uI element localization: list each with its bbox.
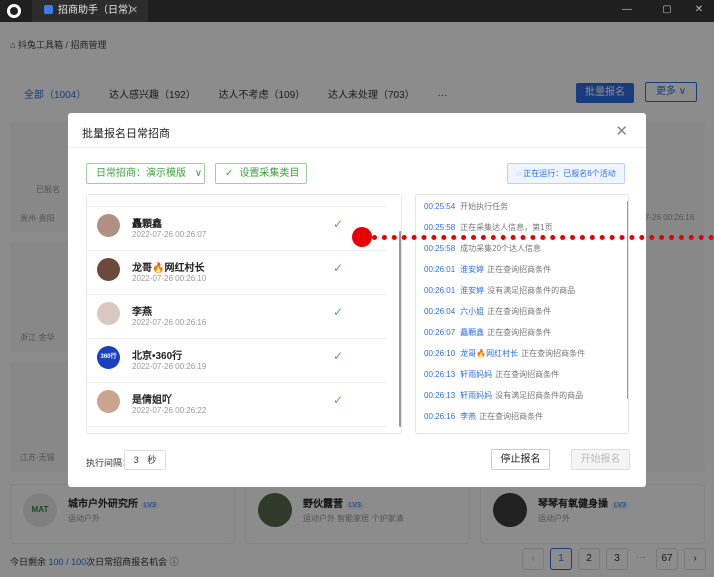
pointer-dot [352, 227, 372, 247]
log-time: 00:26:16 [424, 412, 456, 421]
batch-signup-dialog: 批量报名日常招商 ✕ 日常招商：演示模版 ∨ ✓ 设置采集类目 ◌ 正在运行：已报… [68, 113, 646, 487]
influencer-name: 北京•360行 [132, 351, 183, 362]
log-name: 李燕 [460, 412, 477, 421]
log-time: 00:26:01 [424, 265, 456, 274]
log-line: 00:26:04 六小姐 正在查询招商条件 [424, 306, 551, 317]
log-name: 矗顆鑫 [460, 328, 485, 337]
log-name: 六小姐 [460, 307, 485, 316]
log-time: 00:26:07 [424, 328, 456, 337]
influencer-name: 龙哥🔥网红村长 [132, 263, 205, 274]
influencer-time: 2022-07-26 00:26:22 [132, 406, 207, 415]
check-icon: ✓ [333, 393, 344, 407]
status-text: 正在运行：已报名6个活动 [523, 169, 616, 178]
influencer-name: 矗顆鑫 [132, 219, 162, 230]
influencer-time: 2022-07-26 00:26:10 [132, 274, 207, 283]
log-name: 龙哥🔥网红村长 [460, 349, 519, 358]
check-icon: ✓ [333, 305, 344, 319]
log-line: 00:26:01 淮安婷 正在查询招商条件 [424, 264, 551, 275]
loading-icon: ◌ [516, 169, 522, 178]
avatar [97, 390, 120, 413]
influencer-name: 是倩姐吖 [132, 395, 172, 406]
status-badge: ◌ 正在运行：已报名6个活动 [507, 163, 625, 184]
avatar [97, 302, 120, 325]
tab-zhaoshang[interactable]: 招商助手（日常） ✕ [32, 0, 148, 22]
log-line: 00:25:58 正在采集达人信息，第1页 [424, 222, 553, 233]
chevron-down-icon: ∨ [194, 168, 203, 179]
pointer-line [372, 235, 714, 240]
tab-label: 招商助手（日常） [58, 5, 138, 16]
tab-close-icon[interactable]: ✕ [130, 0, 138, 22]
list-item: 是倩姐吖 2022-07-26 00:26:22 ✓ [87, 383, 387, 427]
influencer-time: 2022-07-26 00:26:16 [132, 318, 207, 327]
stop-signup-button[interactable]: 停止报名 [491, 449, 550, 470]
log-line: 00:26:13 轩雨妈妈 没有满足招商条件的商品 [424, 390, 583, 401]
avatar [97, 214, 120, 237]
check-icon: ✓ [333, 217, 344, 231]
log-time: 00:25:54 [424, 202, 456, 211]
close-icon[interactable]: ✕ [615, 122, 628, 140]
log-msg: 成功采集20个达人信息 [460, 244, 542, 253]
influencer-time: 2022-07-26 00:26:07 [132, 230, 207, 239]
log-msg: 开始执行任务 [460, 202, 509, 211]
check-icon: ✓ [333, 261, 344, 275]
tab-app-icon [44, 4, 53, 14]
list-item: 龙哥🔥网红村长 2022-07-26 00:26:10 ✓ [87, 251, 387, 295]
log-msg: 正在查询招商条件 [487, 265, 552, 274]
app-logo-icon [7, 4, 21, 18]
log-name: 轩雨妈妈 [460, 391, 493, 400]
log-line: 00:25:54 开始执行任务 [424, 201, 508, 212]
check-icon: ✓ [333, 349, 344, 363]
log-time: 00:25:58 [424, 223, 456, 232]
list-item: 矗顆鑫 2022-07-26 00:26:07 ✓ [87, 207, 387, 251]
template-select-label: 日常招商：演示模版 [96, 168, 186, 179]
scrollbar[interactable] [399, 231, 401, 427]
list-item: 李燕 2022-07-26 00:26:16 ✓ [87, 295, 387, 339]
log-line: 00:26:10 龙哥🔥网红村长 正在查询招商条件 [424, 348, 585, 359]
log-line: 00:26:07 矗顆鑫 正在查询招商条件 [424, 327, 551, 338]
log-line: 00:25:58 成功采集20个达人信息 [424, 243, 541, 254]
dialog-title: 批量报名日常招商 [82, 128, 170, 140]
log-time: 00:26:13 [424, 370, 456, 379]
log-line: 00:26:01 淮安婷 没有满足招商条件的商品 [424, 285, 575, 296]
start-signup-button[interactable]: 开始报名 [571, 449, 630, 470]
maximize-button[interactable]: ▢ [660, 3, 674, 17]
log-msg: 正在查询招商条件 [495, 370, 560, 379]
influencer-time: 2022-07-26 00:26:19 [132, 362, 207, 371]
log-name: 淮安婷 [460, 265, 485, 274]
log-time: 00:26:04 [424, 307, 456, 316]
scrollbar[interactable] [627, 201, 628, 399]
log-msg: 没有满足招商条件的商品 [495, 391, 584, 400]
log-msg: 正在查询招商条件 [487, 328, 552, 337]
log-time: 00:25:58 [424, 244, 456, 253]
interval-value: 3 [133, 455, 139, 465]
minimize-button[interactable]: — [620, 3, 634, 17]
avatar: 360行 [97, 346, 120, 369]
divider [68, 147, 646, 148]
list-item [87, 195, 387, 207]
log-msg: 正在查询招商条件 [521, 349, 586, 358]
check-icon: ✓ [225, 168, 234, 179]
list-item: 360行 北京•360行 2022-07-26 00:26:19 ✓ [87, 339, 387, 383]
log-msg: 正在查询招商条件 [487, 307, 552, 316]
log-name: 轩雨妈妈 [460, 370, 493, 379]
set-category-button[interactable]: ✓ 设置采集类目 [215, 163, 307, 184]
log-time: 00:26:13 [424, 391, 456, 400]
log-msg: 正在采集达人信息，第1页 [460, 223, 553, 232]
log-msg: 没有满足招商条件的商品 [487, 286, 576, 295]
log-line: 00:26:16 李燕 正在查询招商条件 [424, 411, 543, 422]
window-titlebar: 招商助手（日常） ✕ — ▢ ✕ [0, 0, 714, 22]
log-time: 00:26:10 [424, 349, 456, 358]
log-time: 00:26:01 [424, 286, 456, 295]
close-window-button[interactable]: ✕ [692, 3, 706, 17]
log-msg: 正在查询招商条件 [479, 412, 544, 421]
log-panel[interactable]: 00:25:54 开始执行任务 00:25:58 正在采集达人信息，第1页 00:2… [415, 194, 629, 434]
log-line: 00:26:13 轩雨妈妈 正在查询招商条件 [424, 369, 559, 380]
influencer-name: 李燕 [132, 307, 152, 318]
interval-input[interactable]: 3 秒 [124, 450, 166, 470]
template-select[interactable]: 日常招商：演示模版 ∨ [86, 163, 205, 184]
set-category-label: 设置采集类目 [239, 168, 300, 179]
log-name: 淮安婷 [460, 286, 485, 295]
interval-unit: 秒 [147, 455, 157, 465]
avatar [97, 258, 120, 281]
